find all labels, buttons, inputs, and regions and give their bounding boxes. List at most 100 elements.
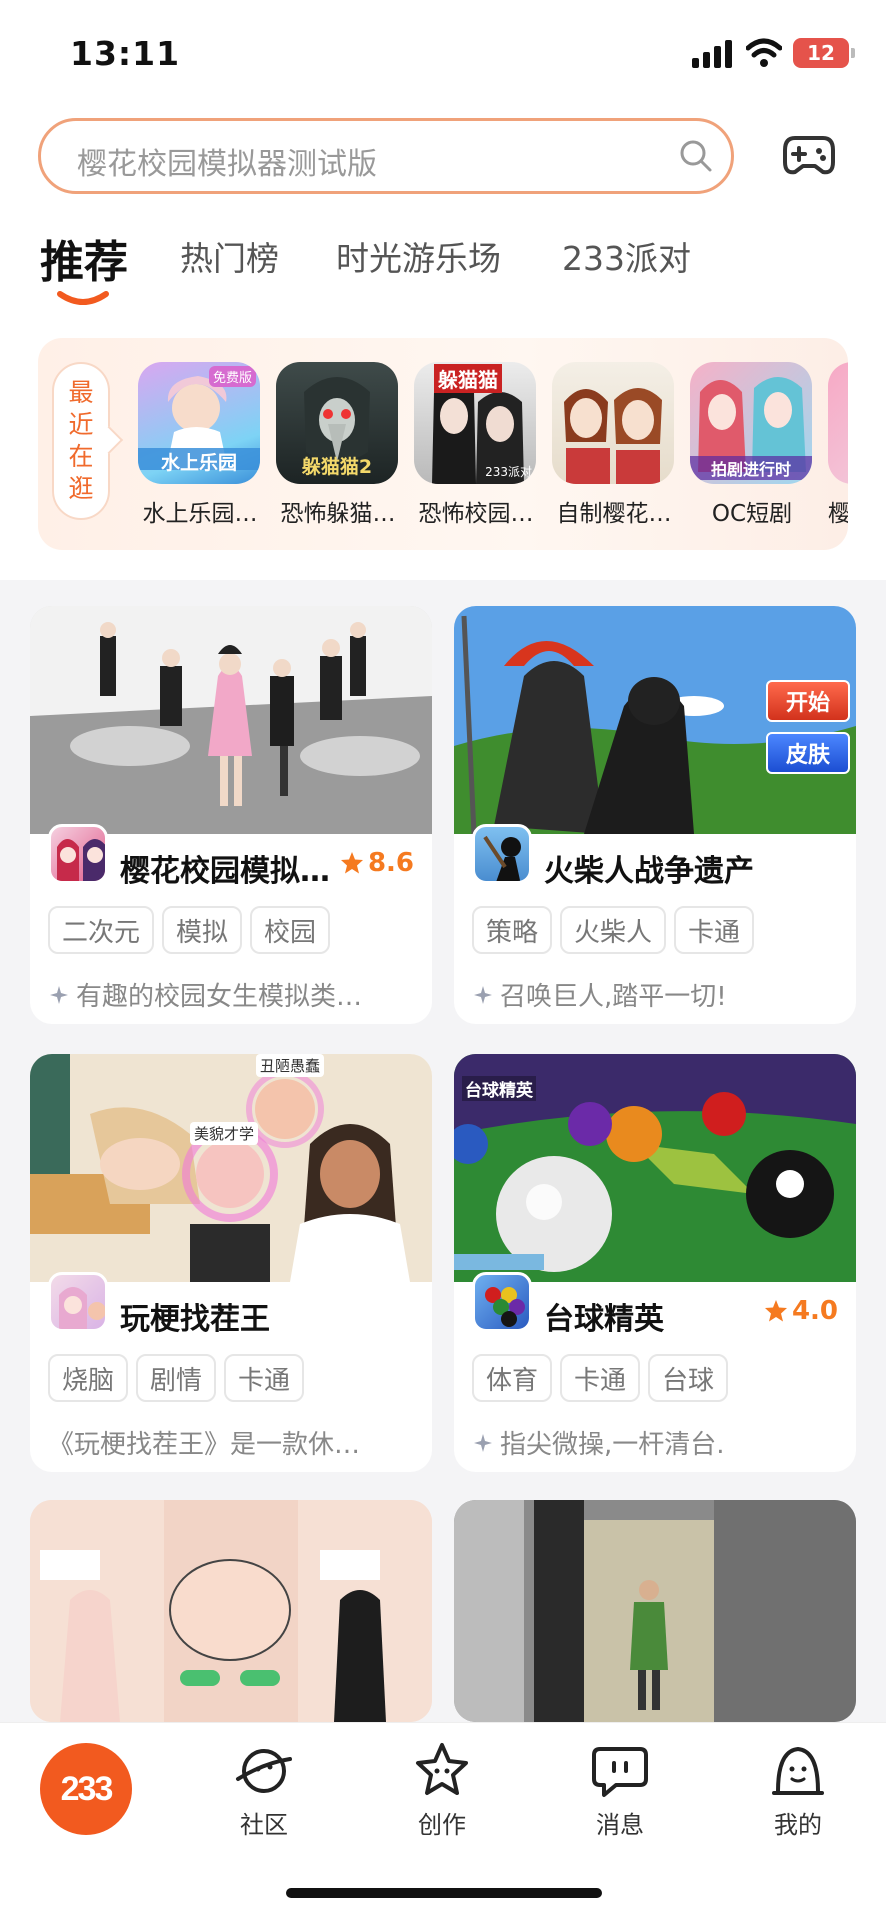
game-tags: 烧脑 剧情 卡通: [48, 1354, 305, 1402]
description-text: 指尖微操,一杆清台.: [500, 1430, 725, 1460]
home-logo-button[interactable]: 233: [40, 1743, 132, 1835]
sparkle-icon: [474, 985, 492, 1004]
search-placeholder: 樱花校园模拟器测试版: [77, 147, 377, 182]
game-icon: [472, 824, 532, 884]
game-icon-art: [485, 1287, 525, 1327]
game-icon: 躲猫猫 233派对: [414, 362, 536, 484]
game-icon: [552, 362, 674, 484]
game-rating: 4.0: [764, 1296, 838, 1326]
icon-caption: 拍剧进行时: [690, 456, 812, 480]
tab-hot-ranking[interactable]: 热门榜: [180, 232, 279, 280]
game-tag[interactable]: 校园: [250, 906, 331, 954]
start-button: 开始: [766, 680, 850, 722]
game-tag[interactable]: 烧脑: [48, 1354, 129, 1402]
game-card[interactable]: [454, 1500, 856, 1722]
battery-indicator: 12: [793, 38, 855, 68]
game-tag[interactable]: 剧情: [136, 1354, 217, 1402]
recent-game-name: 樱: [828, 501, 848, 527]
nav-item-profile[interactable]: 我的: [748, 1741, 848, 1840]
star-icon: [764, 1300, 787, 1322]
star-face-icon: [416, 1743, 468, 1795]
sparkle-icon: [50, 985, 68, 1004]
recently-visited-label: 最 近 在 逛: [52, 362, 110, 520]
game-tag[interactable]: 卡通: [224, 1354, 305, 1402]
game-screenshot: [454, 1500, 856, 1722]
home-indicator[interactable]: [286, 1888, 602, 1898]
game-card[interactable]: [30, 1500, 432, 1722]
game-title: 台球精英: [544, 1302, 664, 1337]
recent-game-item[interactable]: 躲猫猫 233派对 恐怖校园…: [414, 362, 538, 528]
cellular-signal-icon: [692, 40, 732, 68]
game-title: 玩梗找茬王: [120, 1302, 270, 1337]
character-art: [564, 388, 662, 484]
planet-face-icon: [236, 1749, 292, 1793]
gamepad-icon[interactable]: [783, 132, 835, 178]
image-label: 丑陋愚蠢: [256, 1054, 325, 1077]
star-icon: [340, 852, 363, 874]
nav-item-create[interactable]: 创作: [392, 1741, 492, 1840]
description-text: 《玩梗找茬王》是一款休…: [48, 1430, 361, 1460]
image-label: 台球精英: [462, 1076, 536, 1101]
recent-game-item[interactable]: 樱: [828, 362, 848, 528]
game-card[interactable]: 樱花校园模拟… 8.6 二次元 模拟 校园 有趣的校园女生模拟类…: [30, 606, 432, 1024]
recent-label-char: 近: [68, 410, 94, 439]
category-tabs: 推荐 热门榜 时光游乐场 233派对: [40, 232, 860, 312]
recent-game-item[interactable]: 躲猫猫2 恐怖躲猫…: [276, 362, 400, 528]
recent-game-item[interactable]: 自制樱花…: [552, 362, 676, 528]
recent-label-char: 最: [68, 378, 94, 407]
search-icon[interactable]: [679, 139, 713, 173]
game-icon: [828, 362, 848, 484]
nav-label: 消息: [596, 1811, 644, 1839]
nav-item-messages[interactable]: 消息: [570, 1741, 670, 1840]
status-time: 13:11: [70, 34, 181, 73]
description-text: 召唤巨人,踏平一切!: [500, 982, 727, 1012]
recent-game-item[interactable]: 水上乐园 免费版 水上乐园…: [138, 362, 262, 528]
recent-game-item[interactable]: 拍剧进行时 OC短剧: [690, 362, 814, 528]
game-icon: 水上乐园 免费版: [138, 362, 260, 484]
tab-recommend[interactable]: 推荐: [40, 226, 128, 290]
game-card[interactable]: 开始 皮肤 火柴人战争遗产 策略 火柴人 卡通 召唤巨人,踏平一切!: [454, 606, 856, 1024]
game-tags: 策略 火柴人 卡通: [472, 906, 755, 954]
game-screenshot: [30, 1054, 432, 1282]
game-screenshot: [30, 606, 432, 834]
game-tag[interactable]: 卡通: [674, 906, 755, 954]
nav-label: 创作: [418, 1811, 466, 1839]
recent-game-name: 恐怖躲猫…: [280, 501, 396, 527]
game-tag[interactable]: 台球: [648, 1354, 729, 1402]
wifi-icon: [746, 38, 782, 67]
recent-label-char: 在: [68, 442, 94, 471]
tab-time-playground[interactable]: 时光游乐场: [336, 232, 501, 280]
game-card[interactable]: 台球精英 台球精英 4.0 体育 卡通 台球 指尖微操,一杆清台.: [454, 1054, 856, 1472]
skin-button: 皮肤: [766, 732, 850, 774]
game-tag[interactable]: 策略: [472, 906, 553, 954]
nav-item-community[interactable]: 社区: [214, 1741, 314, 1840]
icon-badge: 免费版: [208, 366, 256, 387]
recent-game-name: 恐怖校园…: [418, 501, 534, 527]
game-icon-art: [59, 1287, 105, 1329]
game-tag[interactable]: 模拟: [162, 906, 243, 954]
rating-value: 4.0: [791, 1296, 838, 1326]
game-icon: 躲猫猫2: [276, 362, 398, 484]
recent-game-name: 水上乐园…: [142, 501, 258, 527]
game-tags: 二次元 模拟 校园: [48, 906, 331, 954]
recent-label-char: 逛: [68, 474, 94, 503]
tab-233-party[interactable]: 233派对: [562, 232, 691, 280]
status-bar: 13:11 12: [0, 0, 886, 110]
game-description: 有趣的校园女生模拟类…: [48, 976, 418, 1013]
search-input[interactable]: 樱花校园模拟器测试版: [38, 118, 734, 194]
game-tag[interactable]: 体育: [472, 1354, 553, 1402]
recently-visited-strip: 最 近 在 逛 水上乐园 免费版 水上乐园… 躲猫猫2 恐怖躲猫… 躲猫猫 23…: [38, 338, 848, 550]
chat-bubble-icon: [592, 1747, 648, 1797]
game-tag[interactable]: 卡通: [560, 1354, 641, 1402]
game-title: 火柴人战争遗产: [544, 854, 754, 889]
recent-game-name: OC短剧: [711, 501, 793, 527]
game-tag[interactable]: 火柴人: [560, 906, 667, 954]
game-tag[interactable]: 二次元: [48, 906, 155, 954]
active-tab-indicator: [57, 291, 109, 305]
sparkle-icon: [474, 1433, 492, 1452]
game-card[interactable]: 丑陋愚蠢 美貌才学 玩梗找茬王 烧脑 剧情 卡通 《玩梗找茬王》是一款休…: [30, 1054, 432, 1472]
game-description: 指尖微操,一杆清台.: [472, 1424, 842, 1461]
image-label: 美貌才学: [190, 1122, 259, 1145]
description-text: 有趣的校园女生模拟类…: [76, 982, 363, 1012]
game-rating: 8.6: [340, 848, 414, 878]
